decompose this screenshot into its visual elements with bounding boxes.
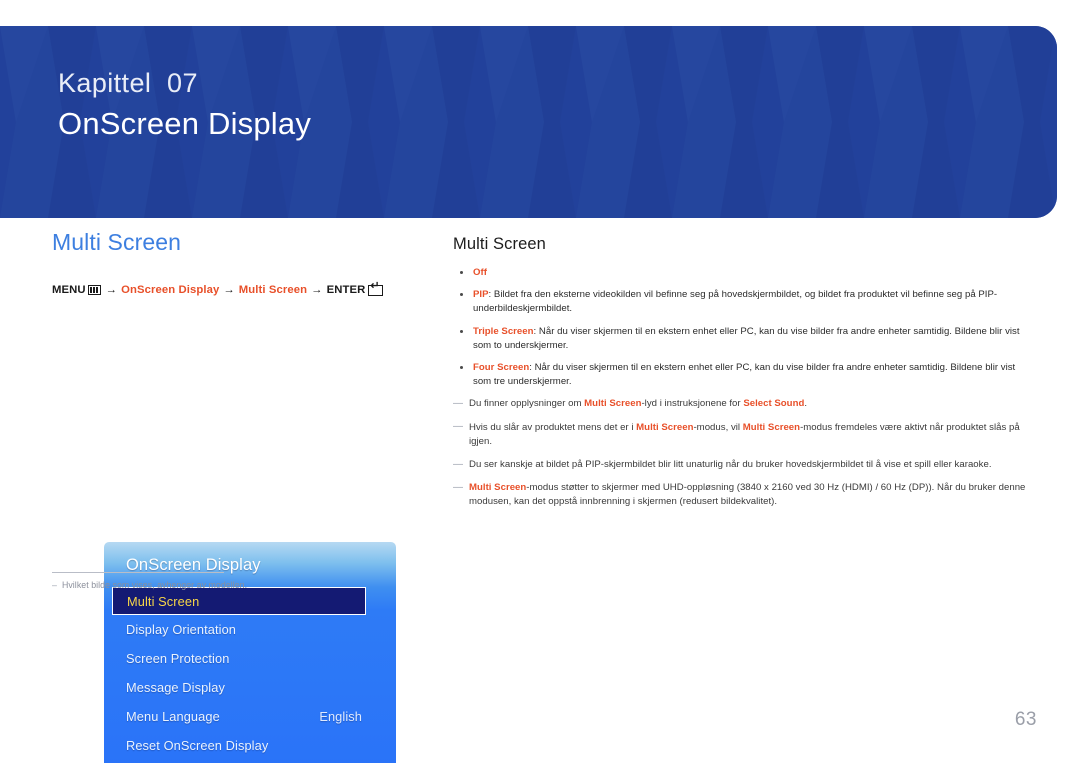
- note-accent-term: Select Sound: [743, 398, 805, 410]
- osd-item-screen-protection[interactable]: Screen Protection: [104, 644, 374, 673]
- breadcrumb-arrow-2: →: [223, 284, 235, 296]
- footnote-text: Hvilket bilde som vises, avhenger av mod…: [61, 580, 248, 590]
- option-body: : Når du viser skjermen til en ekstern e…: [473, 325, 1020, 351]
- osd-item-label: Screen Protection: [126, 651, 230, 666]
- note-text: Du ser kanskje at bildet på PIP-skjermbi…: [469, 459, 992, 471]
- osd-item-reset-onscreen-display[interactable]: Reset OnScreen Display: [104, 731, 374, 760]
- option-body: : Bildet fra den eksterne videokilden vi…: [473, 289, 998, 315]
- osd-item-label: Reset OnScreen Display: [126, 738, 269, 753]
- enter-return-icon: [368, 281, 384, 296]
- note-item: — Du ser kanskje at bildet på PIP-skjermb…: [453, 458, 1031, 472]
- osd-item-menu-language[interactable]: Menu Language English: [104, 702, 374, 731]
- menu-bars-icon: [87, 285, 101, 295]
- footnote-block: – Hvilket bilde som vises, avhenger av m…: [52, 572, 352, 590]
- option-term: Off: [473, 267, 487, 278]
- note-dash-icon: —: [453, 397, 463, 409]
- notes-list: — Du finner opplysninger om Multi Screen-…: [453, 397, 1031, 509]
- chapter-label: Kapittel 07: [58, 68, 198, 98]
- osd-item-display-orientation[interactable]: Display Orientation: [104, 615, 374, 644]
- note-dash-icon: —: [453, 481, 463, 493]
- option-term: Triple Screen: [473, 325, 534, 337]
- footnote-divider: [52, 572, 224, 573]
- osd-item-label: Display Orientation: [126, 622, 237, 637]
- note-text: -lyd i instruksjonene for: [641, 398, 744, 410]
- left-column: Multi Screen MENU → OnScreen Display → M…: [52, 228, 412, 763]
- note-text: Hvis du slår av produktet mens det er i: [469, 421, 637, 433]
- note-accent-term: Multi Screen: [636, 421, 694, 433]
- breadcrumb-arrow-1: →: [105, 284, 118, 296]
- osd-item-message-display[interactable]: Message Display: [104, 673, 374, 702]
- option-item: PIP: Bildet fra den eksterne videokilden…: [453, 288, 1031, 316]
- osd-item-value: English: [319, 709, 362, 724]
- breadcrumb-menu-label: MENU: [52, 284, 86, 296]
- osd-item-multi-screen[interactable]: Multi Screen: [112, 587, 366, 615]
- chapter-banner: Kapittel 07 OnScreen Display: [0, 26, 1057, 218]
- note-accent-term: Multi Screen: [469, 482, 527, 494]
- option-list: Off PIP: Bildet fra den eksterne videokil…: [453, 266, 1031, 389]
- note-accent-term: Multi Screen: [742, 421, 801, 433]
- footnote-dash: –: [52, 580, 57, 590]
- osd-item-label: Multi Screen: [127, 593, 200, 609]
- page-number: 63: [1014, 709, 1037, 730]
- content-title: Multi Screen: [453, 235, 546, 253]
- bullet-icon: [460, 366, 464, 370]
- note-text: -modus, vil: [693, 421, 743, 433]
- document-page: Kapittel 07 OnScreen Display Multi Scree…: [0, 0, 1080, 763]
- note-dash-icon: —: [453, 458, 463, 470]
- bullet-icon: [460, 271, 464, 275]
- banner-text-block: Kapittel 07 OnScreen Display: [58, 66, 311, 144]
- option-item: Four Screen: Når du viser skjermen til e…: [453, 361, 1031, 389]
- note-text: -modus støtter to skjermer med UHD-opplø…: [469, 482, 1026, 508]
- bullet-icon: [460, 329, 464, 333]
- osd-item-label: Menu Language: [126, 709, 220, 724]
- note-text: .: [804, 398, 808, 410]
- right-column: Multi Screen Off PIP: Bildet fra den ekst…: [453, 234, 1031, 519]
- note-text: Du finner opplysninger om: [469, 398, 585, 410]
- option-term: PIP: [473, 289, 489, 301]
- note-item: — Hvis du slår av produktet mens det er i…: [453, 421, 1031, 449]
- bullet-icon: [460, 293, 464, 297]
- breadcrumb-step-multi-screen: Multi Screen: [238, 284, 308, 296]
- breadcrumb-step-onscreen-display: OnScreen Display: [121, 284, 220, 296]
- option-body: : Når du viser skjermen til en ekstern e…: [473, 362, 1016, 388]
- section-heading: Multi Screen: [52, 229, 182, 255]
- breadcrumb-enter-label: ENTER: [326, 284, 366, 296]
- osd-item-label: Message Display: [126, 680, 225, 695]
- breadcrumb: MENU → OnScreen Display → Multi Screen →…: [52, 281, 412, 296]
- option-term: Four Screen: [473, 362, 530, 374]
- note-dash-icon: —: [453, 421, 463, 433]
- note-accent-term: Multi Screen: [584, 398, 642, 410]
- footnote: – Hvilket bilde som vises, avhenger av m…: [52, 580, 352, 590]
- note-item: — Du finner opplysninger om Multi Screen-…: [453, 397, 1031, 411]
- breadcrumb-arrow-3: →: [311, 284, 323, 296]
- note-item: — Multi Screen-modus støtter to skjermer …: [453, 481, 1031, 509]
- chapter-title: OnScreen Display: [58, 106, 312, 141]
- option-item: Triple Screen: Når du viser skjermen til…: [453, 325, 1031, 353]
- osd-menu-list: Multi Screen Display Orientation Screen …: [104, 587, 396, 760]
- option-item: Off: [453, 266, 1031, 280]
